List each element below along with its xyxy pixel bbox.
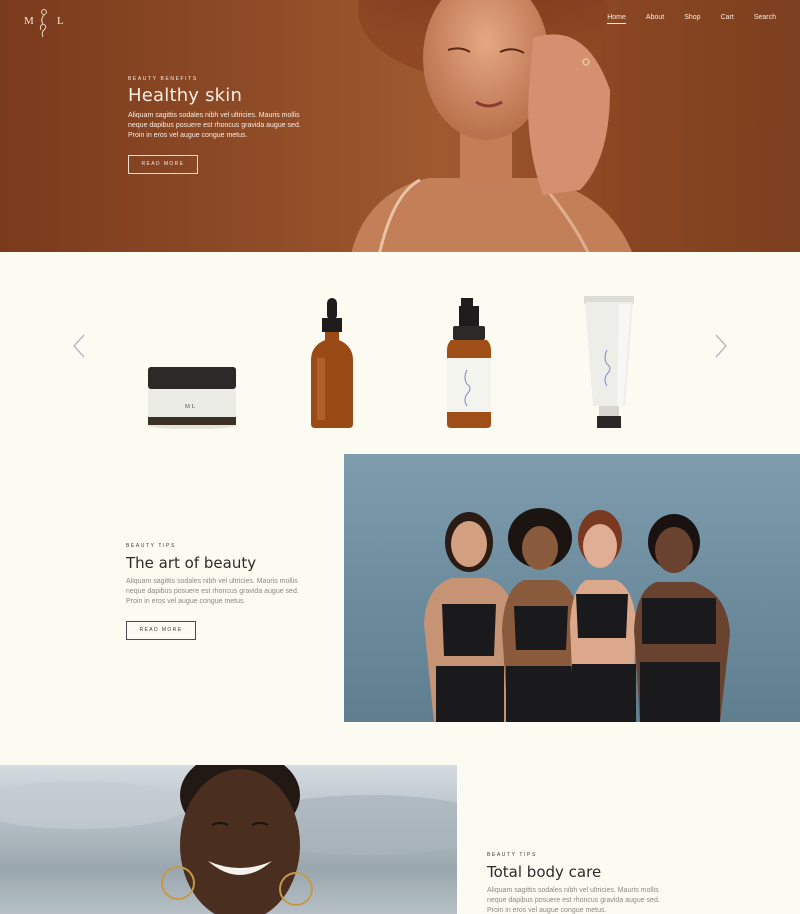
portrait-illustration xyxy=(0,765,457,914)
smiling-woman-photo xyxy=(0,765,457,914)
hero-banner: M L Home About Shop Cart Search Beauty B… xyxy=(0,0,800,252)
tips-read-more-button[interactable]: READ MORE xyxy=(126,621,196,640)
nav-shop[interactable]: Shop xyxy=(684,14,700,24)
nav-search[interactable]: Search xyxy=(754,14,776,24)
tips-title: The art of beauty xyxy=(126,554,257,572)
body-care-title: Total body care xyxy=(487,863,602,881)
spray-bottle-product[interactable] xyxy=(445,296,493,430)
group-illustration xyxy=(424,508,730,722)
body-care-description: Aliquam sagittis sodales nibh vel ultric… xyxy=(487,887,660,914)
body-care-content: Beauty Tips Total body care Aliquam sagi… xyxy=(487,852,687,914)
chevron-right-icon[interactable] xyxy=(714,334,728,358)
hero-title: Healthy skin xyxy=(128,85,243,106)
beauty-tips-content: Beauty Tips The art of beauty Aliquam sa… xyxy=(126,543,326,640)
hero-content: Beauty Benefits Healthy skin Aliquam sag… xyxy=(128,76,328,174)
nav-about[interactable]: About xyxy=(646,14,664,24)
hero-read-more-button[interactable]: READ MORE xyxy=(128,155,198,174)
tube-product[interactable] xyxy=(583,294,635,430)
jar-logo-text: M L xyxy=(185,404,196,410)
cream-jar-product[interactable]: M L xyxy=(146,364,238,430)
hero-model-photo xyxy=(351,0,632,252)
main-nav: Home About Shop Cart Search xyxy=(607,14,776,24)
women-group-photo xyxy=(344,454,800,722)
tips-eyebrow: Beauty Tips xyxy=(126,543,176,549)
dropper-bottle-product[interactable] xyxy=(309,296,355,430)
nav-cart[interactable]: Cart xyxy=(721,14,734,24)
brand-logo[interactable]: M L xyxy=(22,8,66,38)
hero-eyebrow: Beauty Benefits xyxy=(128,76,198,82)
nav-home[interactable]: Home xyxy=(607,14,626,24)
hero-description: Aliquam sagittis sodales nibh vel ultric… xyxy=(128,112,301,139)
logo-letter-m: M xyxy=(24,15,35,27)
product-carousel: M L xyxy=(0,252,800,452)
logo-letter-l: L xyxy=(57,15,65,27)
figure-icon xyxy=(39,9,47,38)
body-care-eyebrow: Beauty Tips xyxy=(487,852,537,858)
chevron-left-icon[interactable] xyxy=(72,334,86,358)
tips-description: Aliquam sagittis sodales nibh vel ultric… xyxy=(126,578,299,605)
